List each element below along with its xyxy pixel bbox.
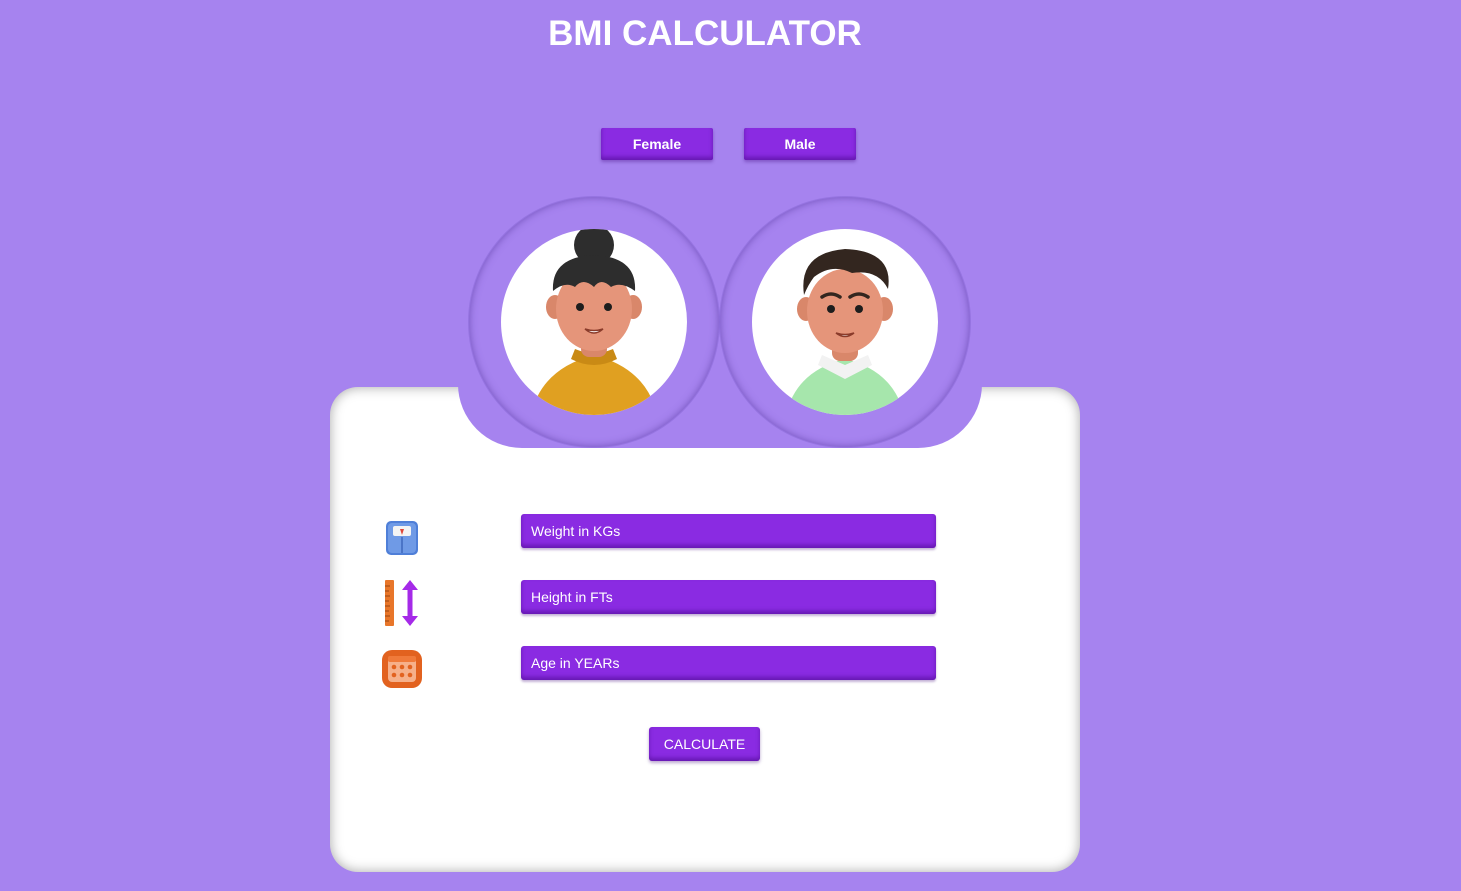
female-avatar-option[interactable]: [469, 197, 719, 447]
weighing-scale-icon: [380, 516, 424, 564]
male-avatar-option[interactable]: [720, 197, 970, 447]
male-button[interactable]: Male: [744, 128, 856, 160]
female-avatar: [501, 229, 687, 415]
height-input[interactable]: [521, 580, 936, 614]
form-card: [330, 387, 1080, 872]
male-avatar: [752, 229, 938, 415]
page-title: BMI CALCULATOR: [548, 14, 862, 53]
weight-input[interactable]: [521, 514, 936, 548]
calculate-button[interactable]: CALCULATE: [649, 727, 760, 761]
ruler-height-icon: [380, 578, 424, 626]
age-input[interactable]: [521, 646, 936, 680]
female-button[interactable]: Female: [601, 128, 713, 160]
calendar-icon: [380, 647, 424, 695]
